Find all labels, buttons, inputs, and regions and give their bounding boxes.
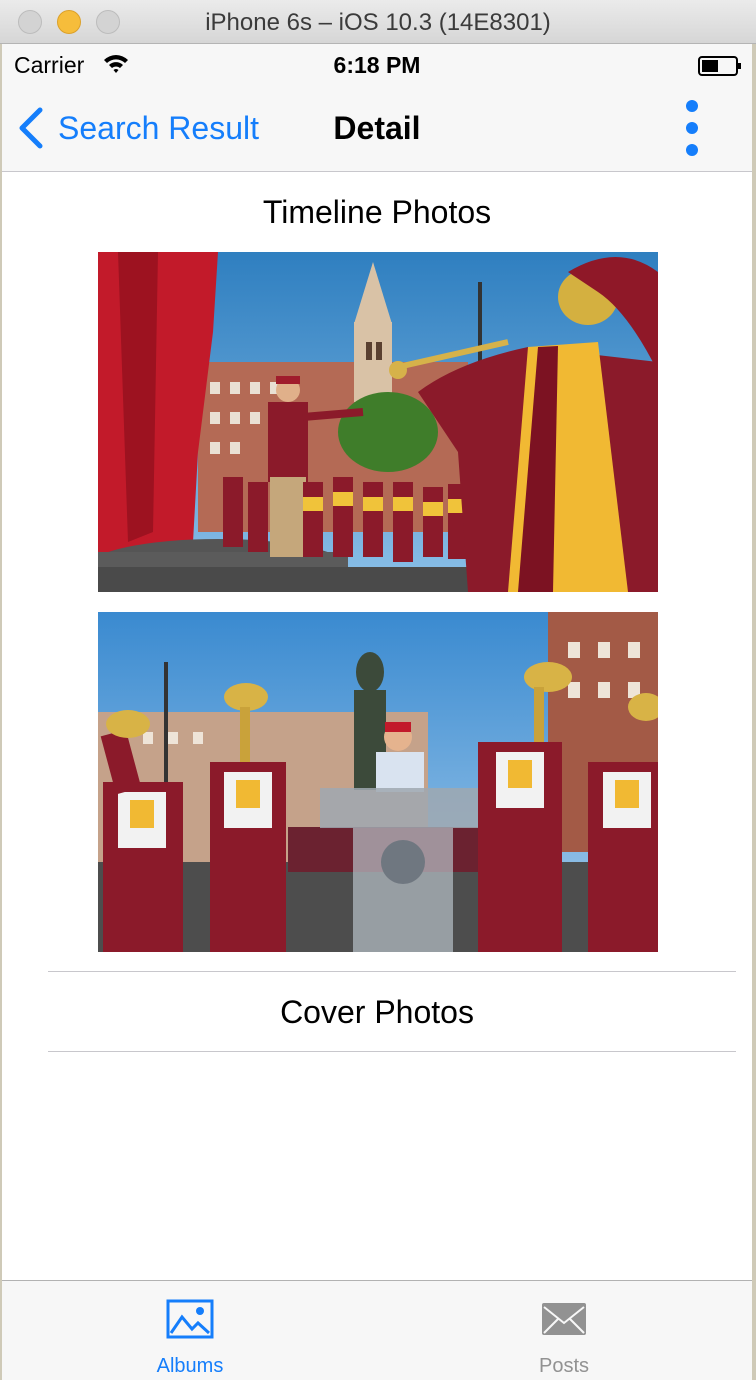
envelope-icon <box>542 1303 586 1335</box>
window-title: iPhone 6s – iOS 10.3 (14E8301) <box>205 9 551 36</box>
tab-albums-label: Albums <box>156 1355 224 1377</box>
timeline-photo-1[interactable] <box>98 252 658 592</box>
simulator-screen: Carrier 6:18 PM Search Result Detail Tim… <box>2 44 752 1380</box>
window-titlebar: iPhone 6s – iOS 10.3 (14E8301) <box>0 0 756 44</box>
nav-title: Detail <box>333 110 421 146</box>
more-dot-icon <box>686 144 698 156</box>
timeline-photo-2[interactable] <box>98 612 658 952</box>
cover-photos-header[interactable]: Cover Photos <box>2 994 752 1031</box>
tab-bar: Albums Posts <box>2 1280 752 1380</box>
section-separator <box>48 1051 736 1052</box>
photo-album-icon <box>166 1299 214 1339</box>
tab-albums[interactable]: Albums <box>90 1281 290 1380</box>
more-options-button[interactable] <box>682 100 702 156</box>
more-dot-icon <box>686 122 698 134</box>
navigation-bar: Search Result Detail <box>2 84 752 172</box>
section-separator <box>48 971 736 972</box>
timeline-photos-header[interactable]: Timeline Photos <box>2 194 752 231</box>
status-time: 6:18 PM <box>333 52 421 78</box>
tab-posts[interactable]: Posts <box>464 1281 664 1380</box>
tab-posts-label: Posts <box>538 1355 590 1377</box>
status-bar: Carrier 6:18 PM <box>2 44 752 84</box>
battery-icon <box>698 56 741 76</box>
more-dot-icon <box>686 100 698 112</box>
